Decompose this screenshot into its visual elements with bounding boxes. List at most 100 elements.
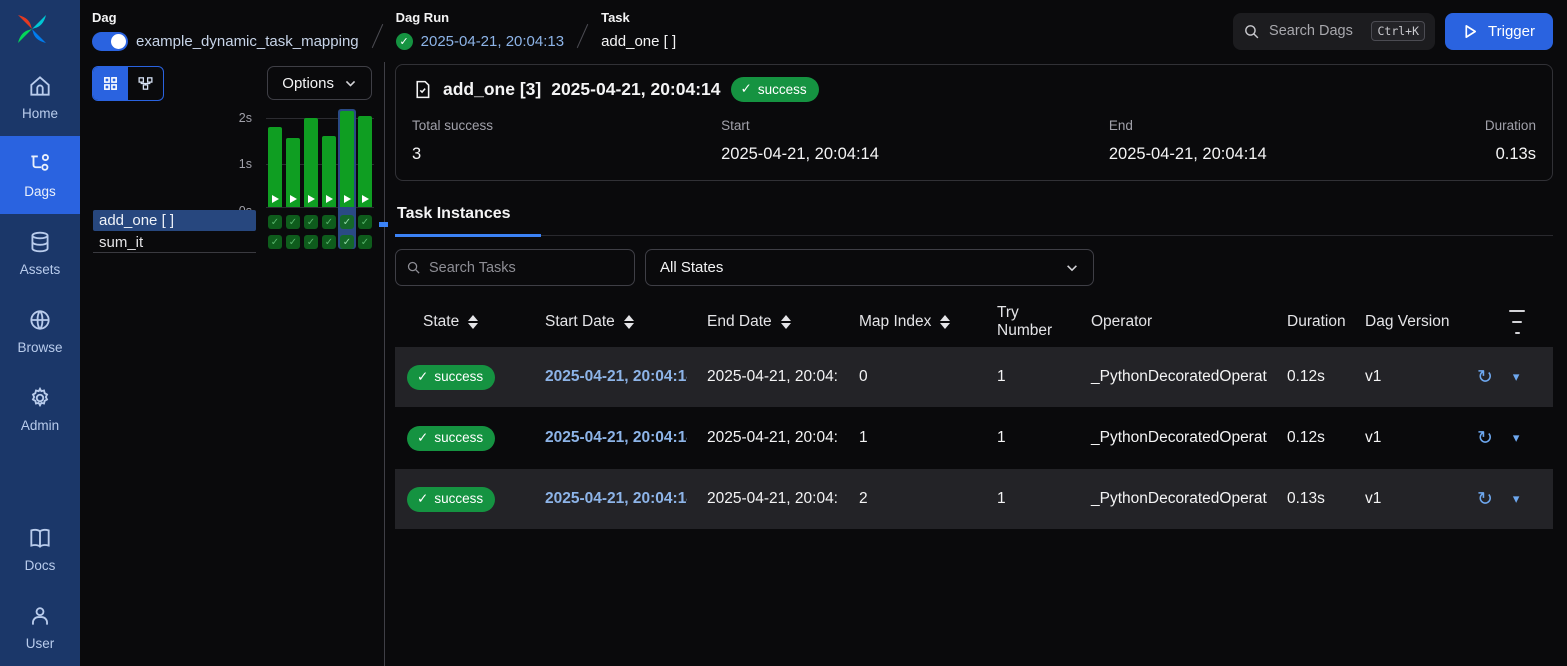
play-icon — [344, 195, 351, 203]
tab-task-instances[interactable]: Task Instances — [395, 199, 513, 235]
start-date-link[interactable]: 2025-04-21, 20:04:14 — [525, 429, 687, 447]
book-icon — [27, 525, 53, 551]
run-duration-bar[interactable] — [304, 118, 318, 207]
row-menu-caret-icon[interactable]: ▾ — [1513, 430, 1520, 446]
stat-duration: Duration 0.13s — [1446, 118, 1536, 164]
dag-run-date-link[interactable]: 2025-04-21, 20:04:13 — [421, 33, 564, 50]
run-column: ✓ ✓ — [266, 109, 284, 249]
column-state[interactable]: State — [395, 313, 525, 331]
clear-task-icon[interactable]: ↻ — [1477, 490, 1493, 509]
column-map-index[interactable]: Map Index — [839, 313, 977, 331]
search-icon — [1243, 23, 1260, 40]
task-instances-table: State Start Date End Date Map Index — [395, 298, 1553, 529]
sidebar-item-home[interactable]: Home — [0, 58, 80, 136]
run-duration-bar[interactable] — [358, 116, 372, 207]
sidebar-item-docs[interactable]: Docs — [0, 510, 80, 588]
task-instance-square[interactable]: ✓ — [304, 215, 318, 229]
play-icon — [1463, 24, 1478, 39]
sort-icon — [781, 315, 791, 329]
stat-total-success: Total success 3 — [412, 118, 721, 164]
graph-icon — [137, 75, 154, 92]
try-number: 1 — [977, 368, 1071, 386]
task-instance-square[interactable]: ✓ — [286, 215, 300, 229]
task-run-date: 2025-04-21, 20:04:14 — [551, 79, 720, 100]
column-operator: Operator — [1071, 313, 1267, 331]
search-dags-input[interactable]: Search Dags Ctrl+K — [1233, 13, 1435, 50]
task-list-item-add-one[interactable]: add_one [ ] — [93, 210, 256, 231]
task-summary-header: add_one [3] 2025-04-21, 20:04:14 ✓ succe… — [412, 77, 1536, 102]
sidebar-item-label: Home — [22, 106, 58, 121]
grid-panel: Options 2s 1s 0s — [80, 62, 385, 666]
map-index: 0 — [839, 368, 977, 386]
body: Options 2s 1s 0s — [80, 62, 1567, 666]
sidebar-item-label: Assets — [20, 262, 61, 277]
dag-label: Dag — [92, 10, 359, 25]
task-instance-square[interactable]: ✓ — [268, 215, 282, 229]
run-column: ✓ ✓ — [284, 109, 302, 249]
table-row[interactable]: ✓success 2025-04-21, 20:04:14 2025-04-21… — [395, 468, 1553, 529]
task-instance-square[interactable]: ✓ — [358, 235, 372, 249]
content: Dag example_dynamic_task_mapping Dag Run… — [80, 0, 1567, 666]
task-instance-square[interactable]: ✓ — [358, 215, 372, 229]
column-start-date[interactable]: Start Date — [525, 313, 687, 331]
run-duration-bar[interactable] — [286, 138, 300, 207]
row-menu-caret-icon[interactable]: ▾ — [1513, 491, 1520, 507]
run-duration-bar[interactable] — [268, 127, 282, 207]
task-instance-square[interactable]: ✓ — [322, 235, 336, 249]
sidebar-item-label: Browse — [17, 340, 62, 355]
task-instance-square[interactable]: ✓ — [304, 235, 318, 249]
run-duration-bar[interactable] — [322, 136, 336, 207]
operator: _PythonDecoratedOperator — [1071, 490, 1267, 508]
table-row[interactable]: ✓success 2025-04-21, 20:04:14 2025-04-21… — [395, 346, 1553, 407]
task-stats: Total success 3 Start 2025-04-21, 20:04:… — [412, 118, 1536, 164]
dag-pause-toggle[interactable] — [92, 32, 128, 51]
task-instance-square[interactable]: ✓ — [340, 215, 354, 229]
duration-axis: 2s 1s 0s — [226, 109, 252, 207]
task-instance-square[interactable]: ✓ — [286, 235, 300, 249]
task-instance-square[interactable]: ✓ — [322, 215, 336, 229]
grid-view-button[interactable] — [93, 67, 128, 100]
sidebar-item-user[interactable]: User — [0, 588, 80, 666]
table-row[interactable]: ✓success 2025-04-21, 20:04:14 2025-04-21… — [395, 407, 1553, 468]
task-list: add_one [ ] sum_it — [93, 210, 256, 254]
dag-name-link[interactable]: example_dynamic_task_mapping — [136, 33, 359, 50]
sidebar-item-admin[interactable]: Admin — [0, 370, 80, 448]
stat-end: End 2025-04-21, 20:04:14 — [1109, 118, 1446, 164]
search-tasks-input[interactable] — [429, 260, 624, 276]
start-date-link[interactable]: 2025-04-21, 20:04:14 — [525, 490, 687, 508]
duration: 0.13s — [1267, 490, 1345, 508]
sidebar-spacer — [0, 448, 80, 510]
run-columns: ✓ ✓ ✓ ✓ ✓ ✓ — [266, 109, 374, 249]
run-column: ✓ ✓ — [302, 109, 320, 249]
sidebar-item-assets[interactable]: Assets — [0, 214, 80, 292]
sidebar-item-browse[interactable]: Browse — [0, 292, 80, 370]
task-list-item-sum-it[interactable]: sum_it — [93, 232, 256, 253]
options-button[interactable]: Options — [267, 66, 372, 100]
run-success-icon: ✓ — [396, 33, 413, 50]
task-name: add_one [ ] — [601, 33, 676, 50]
clear-task-icon[interactable]: ↻ — [1477, 429, 1493, 448]
status-badge: ✓success — [407, 365, 495, 390]
play-icon — [308, 195, 315, 203]
airflow-logo[interactable] — [0, 0, 80, 58]
sidebar-item-dags[interactable]: Dags — [0, 136, 80, 214]
task-instance-square[interactable]: ✓ — [340, 235, 354, 249]
row-menu-caret-icon[interactable]: ▾ — [1513, 369, 1520, 385]
start-date-link[interactable]: 2025-04-21, 20:04:14 — [525, 368, 687, 386]
dag-version: v1 — [1345, 429, 1461, 447]
chevron-down-icon — [1065, 261, 1079, 275]
graph-view-button[interactable] — [128, 67, 163, 100]
filters-row: All States — [395, 249, 1553, 286]
stat-start: Start 2025-04-21, 20:04:14 — [721, 118, 1109, 164]
duration: 0.12s — [1267, 429, 1345, 447]
state-filter-select[interactable]: All States — [645, 249, 1094, 286]
task-doc-check-icon — [412, 79, 433, 100]
search-tasks-field[interactable] — [395, 249, 635, 286]
operator: _PythonDecoratedOperator — [1071, 429, 1267, 447]
clear-task-icon[interactable]: ↻ — [1477, 368, 1493, 387]
trigger-button[interactable]: Trigger — [1445, 13, 1553, 50]
run-duration-bar[interactable] — [340, 111, 354, 207]
column-end-date[interactable]: End Date — [687, 313, 839, 331]
column-filter-icon[interactable] — [1461, 310, 1553, 334]
task-instance-square[interactable]: ✓ — [268, 235, 282, 249]
